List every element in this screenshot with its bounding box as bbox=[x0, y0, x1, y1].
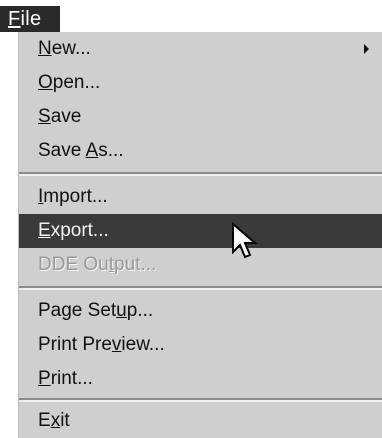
menu-item-save[interactable]: Save bbox=[19, 100, 382, 134]
menu-item-new-key: N bbox=[38, 38, 52, 59]
menu-item-exit-post: it bbox=[60, 410, 70, 431]
file-menu-title[interactable]: File bbox=[0, 6, 60, 32]
menu-item-export[interactable]: Export... bbox=[19, 214, 382, 248]
menu-item-open-post: pen... bbox=[52, 72, 101, 93]
menu-item-exit-key: x bbox=[50, 410, 61, 431]
menu-item-import-post: mport... bbox=[43, 186, 108, 207]
menu-separator bbox=[19, 172, 382, 176]
menu-item-export-post: xport... bbox=[50, 220, 109, 241]
menu-item-print-key: P bbox=[38, 368, 51, 389]
menu-item-save-as-key: A bbox=[85, 140, 99, 161]
menu-item-exit[interactable]: Exit bbox=[19, 404, 382, 438]
menu-item-save-as-post: s... bbox=[98, 140, 124, 161]
menu-separator bbox=[19, 286, 382, 290]
menu-item-print-preview-post: iew... bbox=[121, 334, 165, 355]
menu-item-print-preview-key: v bbox=[111, 334, 122, 355]
file-dropdown-menu: New... Open... Save Save As... Import...… bbox=[18, 32, 382, 438]
separator-highlight-line bbox=[19, 400, 382, 402]
menu-item-exit-pre: E bbox=[38, 410, 51, 431]
menu-item-save-key: S bbox=[38, 106, 51, 127]
menu-item-open-key: O bbox=[38, 72, 53, 93]
separator-highlight-line bbox=[19, 174, 382, 176]
menu-item-print-post: rint... bbox=[50, 368, 93, 389]
menu-item-page-setup[interactable]: Page Setup... bbox=[19, 294, 382, 328]
menu-separator bbox=[19, 398, 382, 402]
file-menu-access-key: F bbox=[8, 8, 21, 30]
menu-item-open[interactable]: Open... bbox=[19, 66, 382, 100]
menu-item-dde-output-post: put... bbox=[114, 254, 157, 275]
separator-highlight-line bbox=[19, 288, 382, 290]
menu-item-new-post: ew... bbox=[51, 38, 91, 59]
menu-item-new[interactable]: New... bbox=[19, 32, 382, 66]
chevron-right-icon bbox=[364, 44, 369, 54]
mouse-cursor-icon bbox=[232, 222, 258, 259]
menu-item-print-preview-pre: Print Pre bbox=[38, 334, 112, 355]
menu-item-page-setup-post: p... bbox=[126, 300, 154, 321]
menu-item-import[interactable]: Import... bbox=[19, 180, 382, 214]
menu-item-page-setup-pre: Page Set bbox=[38, 300, 117, 321]
menu-item-export-key: E bbox=[38, 220, 51, 241]
menu-item-page-setup-key: u bbox=[116, 300, 127, 321]
menu-item-dde-output-pre: DDE Ou bbox=[38, 254, 109, 275]
menu-item-dde-output: DDE Output... bbox=[19, 248, 382, 282]
menu-item-save-as[interactable]: Save As... bbox=[19, 134, 382, 168]
file-menu-post: ile bbox=[20, 8, 42, 30]
menu-item-save-post: ave bbox=[50, 106, 82, 127]
menu-item-save-as-pre: Save bbox=[38, 140, 86, 161]
menu-item-print-preview[interactable]: Print Preview... bbox=[19, 328, 382, 362]
menu-item-print[interactable]: Print... bbox=[19, 362, 382, 396]
